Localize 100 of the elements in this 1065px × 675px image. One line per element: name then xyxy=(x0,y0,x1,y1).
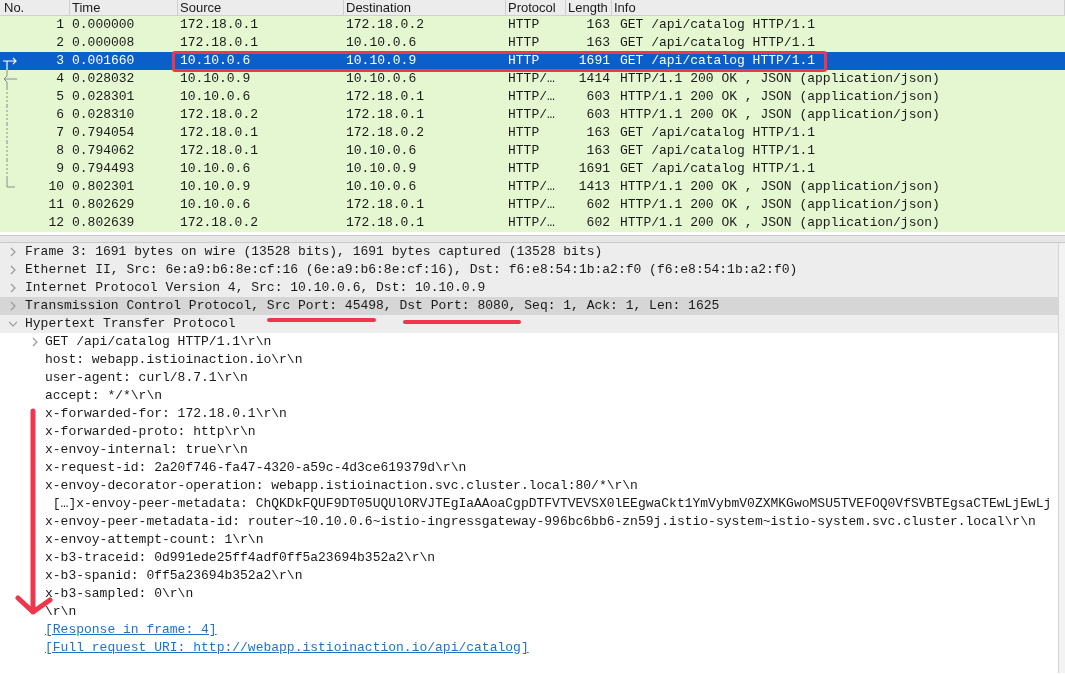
length-cell-text: 1691 xyxy=(577,54,611,68)
scrollbar-track[interactable] xyxy=(1058,243,1065,673)
packet-row[interactable]: 10 0.802301 10.10.0.9 10.10.0.6 HTTP/… 1413 HTTP/1.1 200 OK , JSON (application/json) xyxy=(0,178,1065,196)
time-cell-text: 0.000008 xyxy=(71,36,136,50)
packet-row[interactable]: 8 0.794062 172.18.0.1 10.10.0.6 HTTP 163 GET /api/catalog HTTP/1.1 xyxy=(0,142,1065,160)
header-field-text: \r\n xyxy=(45,603,77,622)
column-header[interactable]: Protocol xyxy=(506,0,566,15)
protocol-cell-text: HTTP xyxy=(507,18,541,32)
source-cell-text: 10.10.0.9 xyxy=(179,72,252,86)
detail-text: Hypertext Transfer Protocol xyxy=(25,315,236,334)
header-field-text: […]x-envoy-peer-metadata: ChQKDkFQUF9DT05UQUlORVJTEgIaAAoaCgpDTFVTVEVSX0lEEgwaCkt1YmVybmV0ZXMKGwoMSU5TVEFOQ0VfSVBTEgsaCTEwLjEwLj xyxy=(51,495,1052,514)
detail-text: Transmission Control Protocol, Src Port: 45498, Dst Port: 8080, Seq: 1, Ack: 1, Len: 1625 xyxy=(25,297,720,316)
detail-row[interactable]: Ethernet II, Src: 6e:a9:b6:8e:cf:16 (6e:a9:b6:8e:cf:16), Dst: f6:e8:54:1b:a2:f0 (f6:e8:54:1b:a2:f0) xyxy=(0,261,1058,279)
source-cell-text: 172.18.0.2 xyxy=(179,216,259,230)
header-field-text: x-forwarded-proto: http\r\n xyxy=(45,423,256,442)
packet-row[interactable]: 12 0.802639 172.18.0.2 172.18.0.1 HTTP/… 602 HTTP/1.1 200 OK , JSON (application/json) xyxy=(0,214,1065,232)
packet-row[interactable]: 5 0.028301 10.10.0.6 172.18.0.1 HTTP/… 603 HTTP/1.1 200 OK , JSON (application/json) xyxy=(0,88,1065,106)
time-cell-text: 0.000000 xyxy=(71,18,136,32)
source-cell-text: 172.18.0.1 xyxy=(179,126,259,140)
detail-row[interactable]: Internet Protocol Version 4, Src: 10.10.0.6, Dst: 10.10.0.9 xyxy=(0,279,1058,297)
protocol-cell-text: HTTP xyxy=(507,126,541,140)
protocol-cell-text: HTTP/… xyxy=(507,180,556,194)
length-cell-text: 602 xyxy=(585,216,611,230)
header-field-text: x-envoy-decorator-operation: webapp.istioinaction.svc.cluster.local:80/*\r\n xyxy=(45,477,638,496)
packet-row[interactable]: 9 0.794493 10.10.0.6 10.10.0.9 HTTP 1691 GET /api/catalog HTTP/1.1 xyxy=(0,160,1065,178)
packet-row[interactable]: 4 0.028032 10.10.0.9 10.10.0.6 HTTP/… 1414 HTTP/1.1 200 OK , JSON (application/json) xyxy=(0,70,1065,88)
number-cell-text: 10 xyxy=(47,180,65,194)
length-cell-text: 163 xyxy=(585,144,611,158)
time-cell-text: 0.028301 xyxy=(71,90,136,104)
time-cell-text: 0.028310 xyxy=(71,108,136,122)
detail-row[interactable]: Hypertext Transfer Protocol xyxy=(0,315,1058,333)
source-cell-text: 172.18.0.1 xyxy=(179,144,259,158)
length-cell-text: 603 xyxy=(585,108,611,122)
destination-cell-text: 10.10.0.6 xyxy=(345,72,418,86)
frame-link[interactable]: [Full request URI: http://webapp.istioinaction.io/api/catalog] xyxy=(45,638,529,658)
time-cell-text: 0.794062 xyxy=(71,144,136,158)
info-cell-text: GET /api/catalog HTTP/1.1 xyxy=(619,54,817,68)
number-cell-text: 7 xyxy=(55,126,65,140)
number-cell-text: 8 xyxy=(55,144,65,158)
packet-row[interactable]: 11 0.802629 10.10.0.6 172.18.0.1 HTTP/… 602 HTTP/1.1 200 OK , JSON (application/json) xyxy=(0,196,1065,214)
destination-cell-text: 172.18.0.1 xyxy=(345,90,425,104)
detail-text: Internet Protocol Version 4, Src: 10.10.0.6, Dst: 10.10.0.9 xyxy=(25,279,486,298)
protocol-cell-text: HTTP/… xyxy=(507,216,556,230)
packet-row[interactable]: 2 0.000008 172.18.0.1 10.10.0.6 HTTP 163 GET /api/catalog HTTP/1.1 xyxy=(0,34,1065,52)
protocol-cell-text: HTTP/… xyxy=(507,72,556,86)
frame-link[interactable]: [Response in frame: 4] xyxy=(45,620,217,640)
info-cell-text: GET /api/catalog HTTP/1.1 xyxy=(619,162,817,176)
packet-row[interactable]: 3 0.001660 10.10.0.6 10.10.0.9 HTTP 1691 GET /api/catalog HTTP/1.1 xyxy=(0,52,1065,70)
collapsed-chevron-icon[interactable] xyxy=(31,337,39,347)
destination-cell-text: 172.18.0.1 xyxy=(345,108,425,122)
column-header[interactable]: Time xyxy=(70,0,178,15)
pane-splitter[interactable] xyxy=(0,235,1065,243)
length-cell-text: 603 xyxy=(585,90,611,104)
length-cell-text: 1413 xyxy=(577,180,611,194)
source-cell-text: 10.10.0.6 xyxy=(179,162,252,176)
length-cell-text: 163 xyxy=(585,36,611,50)
info-cell-text: HTTP/1.1 200 OK , JSON (application/json) xyxy=(619,180,941,194)
source-cell-text: 10.10.0.9 xyxy=(179,180,252,194)
info-cell-text: GET /api/catalog HTTP/1.1 xyxy=(619,36,817,50)
header-field-text: host: webapp.istioinaction.io\r\n xyxy=(45,351,303,370)
info-cell-text: HTTP/1.1 200 OK , JSON (application/json) xyxy=(619,108,941,122)
number-cell-text: 11 xyxy=(47,198,65,212)
protocol-cell-text: HTTP/… xyxy=(507,90,556,104)
column-header[interactable]: Info xyxy=(612,0,1065,15)
packet-row[interactable]: 6 0.028310 172.18.0.2 172.18.0.1 HTTP/… 603 HTTP/1.1 200 OK , JSON (application/json) xyxy=(0,106,1065,124)
header-field-text: x-envoy-internal: true\r\n xyxy=(45,441,248,460)
header-field-text: x-b3-sampled: 0\r\n xyxy=(45,585,194,604)
number-cell-text: 2 xyxy=(55,36,65,50)
number-cell-text: 3 xyxy=(55,54,65,68)
column-header[interactable]: No. xyxy=(0,0,70,15)
packet-row[interactable]: 7 0.794054 172.18.0.1 172.18.0.2 HTTP 163 GET /api/catalog HTTP/1.1 xyxy=(0,124,1065,142)
destination-cell-text: 172.18.0.2 xyxy=(345,126,425,140)
time-cell-text: 0.794493 xyxy=(71,162,136,176)
destination-cell-text: 10.10.0.9 xyxy=(345,162,418,176)
header-field-text: x-b3-traceid: 0d991ede25ff4adf0ff5a23694b352a2\r\n xyxy=(45,549,436,568)
column-header[interactable]: Destination xyxy=(344,0,506,15)
source-cell-text: 10.10.0.6 xyxy=(179,198,252,212)
expanded-chevron-icon[interactable] xyxy=(9,319,17,329)
info-cell-text: GET /api/catalog HTTP/1.1 xyxy=(619,144,817,158)
time-cell-text: 0.001660 xyxy=(71,54,136,68)
header-field-text: x-envoy-peer-metadata-id: router~10.10.0.6~istio-ingressgateway-996bc6bb6-zn59j.istio-system~istio-system.svc.cluster.local\r\n xyxy=(45,513,1036,532)
info-cell-text: GET /api/catalog HTTP/1.1 xyxy=(619,126,817,140)
packet-row[interactable]: 1 0.000000 172.18.0.1 172.18.0.2 HTTP 163 GET /api/catalog HTTP/1.1 xyxy=(0,16,1065,34)
destination-cell-text: 172.18.0.2 xyxy=(345,18,425,32)
protocol-cell-text: HTTP/… xyxy=(507,108,556,122)
info-cell-text: GET /api/catalog HTTP/1.1 xyxy=(619,18,817,32)
length-cell-text: 1414 xyxy=(577,72,611,86)
time-cell-text: 0.794054 xyxy=(71,126,136,140)
detail-row[interactable]: Transmission Control Protocol, Src Port: 45498, Dst Port: 8080, Seq: 1, Ack: 1, Len: 1625 xyxy=(0,297,1058,315)
destination-cell-text: 172.18.0.1 xyxy=(345,198,425,212)
protocol-cell-text: HTTP xyxy=(507,54,541,68)
column-header[interactable]: Length xyxy=(566,0,612,15)
column-header[interactable]: Source xyxy=(178,0,344,15)
detail-row[interactable]: Frame 3: 1691 bytes on wire (13528 bits), 1691 bytes captured (13528 bits) xyxy=(0,243,1058,261)
source-cell-text: 172.18.0.1 xyxy=(179,18,259,32)
header-field-text: GET /api/catalog HTTP/1.1\r\n xyxy=(45,333,272,352)
number-cell-text: 9 xyxy=(55,162,65,176)
time-cell-text: 0.802639 xyxy=(71,216,136,230)
info-cell-text: HTTP/1.1 200 OK , JSON (application/json) xyxy=(619,198,941,212)
time-cell-text: 0.028032 xyxy=(71,72,136,86)
